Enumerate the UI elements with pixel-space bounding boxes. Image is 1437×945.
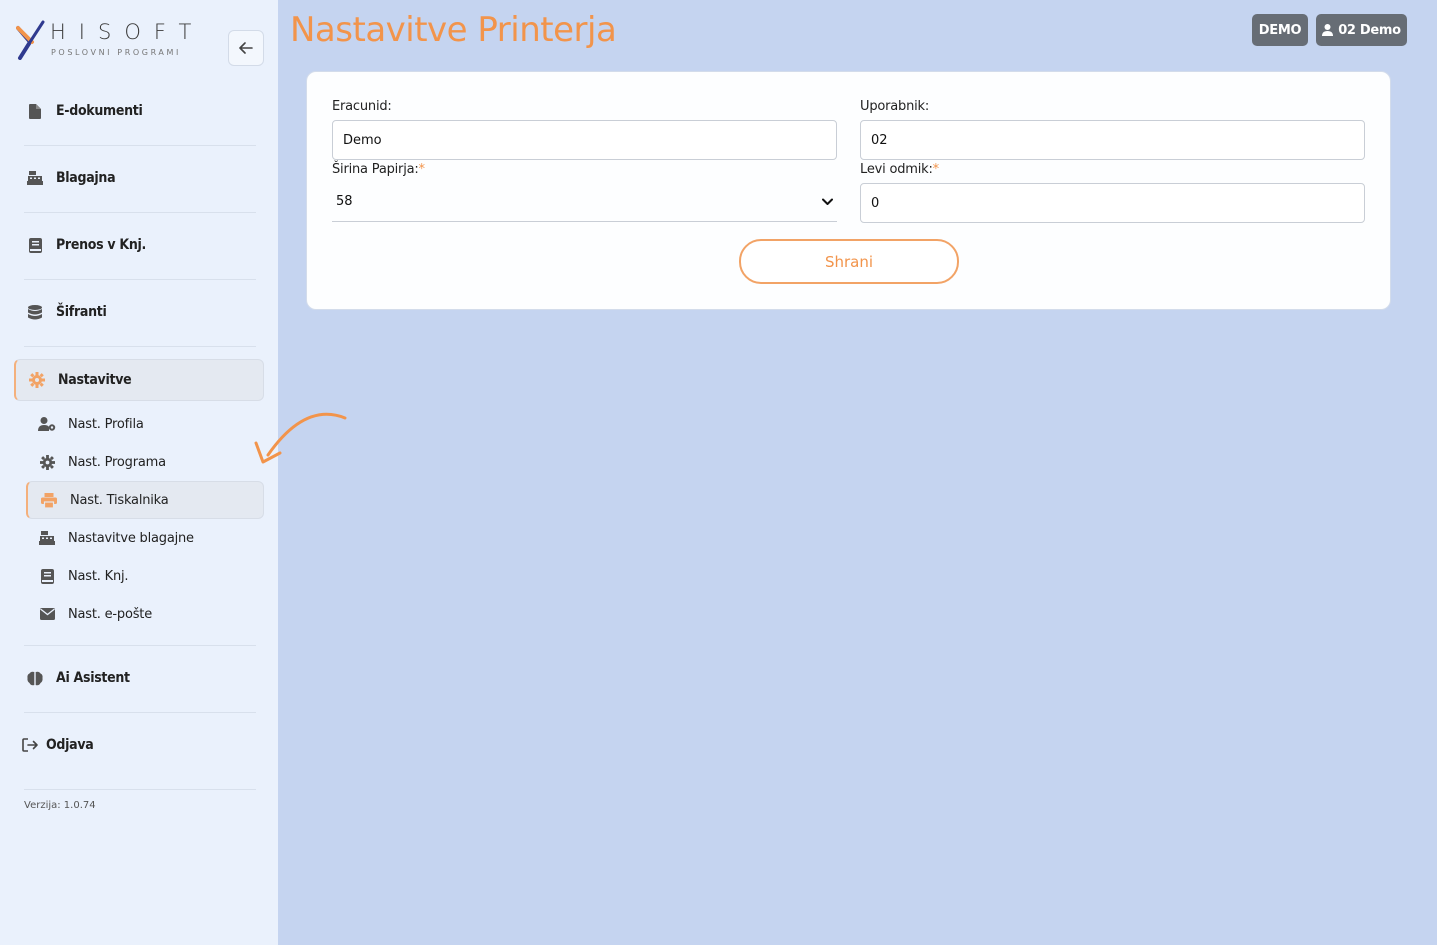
user-name: 02 Demo [1338, 22, 1401, 38]
arrow-left-icon [239, 42, 253, 54]
envelope-icon [26, 608, 68, 620]
sidebar-subitem-nast-eposte[interactable]: Nast. e-pošte [26, 595, 264, 633]
sidebar-subitem-nastavitve-blagajne[interactable]: Nastavitve blagajne [26, 519, 264, 557]
sirina-papirja-select[interactable]: 58 [332, 182, 837, 222]
divider [24, 145, 256, 146]
select-value: 58 [336, 194, 353, 209]
divider [24, 712, 256, 713]
sidebar-subitem-label: Nast. Profila [68, 416, 144, 432]
divider [24, 346, 256, 347]
cash-register-icon [14, 171, 56, 185]
book-icon [14, 237, 56, 253]
sidebar-item-label: E-dokumenti [56, 103, 143, 119]
sidebar-subitem-nast-profila[interactable]: Nast. Profila [26, 405, 264, 443]
logo-mark-icon [16, 20, 45, 60]
uporabnik-label: Uporabnik: [860, 99, 930, 114]
printer-settings-card: Eracunid: Uporabnik: Širina Papirja:* 58… [306, 71, 1391, 310]
sidebar-item-label: Šifranti [56, 304, 107, 320]
brain-icon [14, 671, 56, 686]
sidebar-item-sifranti[interactable]: Šifranti [14, 292, 264, 332]
sidebar-subitem-nast-knj[interactable]: Nast. Knj. [26, 557, 264, 595]
page-title: Nastavitve Printerja [290, 10, 617, 50]
file-icon [14, 103, 56, 119]
sidebar-subitem-label: Nast. Tiskalnika [70, 492, 169, 508]
logout-button[interactable]: Odjava [14, 725, 264, 765]
logo-tagline: POSLOVNI PROGRAMI [51, 48, 181, 57]
sidebar-item-label: Nastavitve [58, 372, 132, 388]
divider [24, 279, 256, 280]
sidebar: HISOFT POSLOVNI PROGRAMI E-dokumenti Bla… [0, 0, 278, 945]
eracunid-input[interactable] [332, 120, 837, 160]
sidebar-subitem-label: Nast. Programa [68, 454, 166, 470]
sidebar-item-e-dokumenti[interactable]: E-dokumenti [14, 91, 264, 131]
save-button[interactable]: Shrani [739, 239, 959, 284]
sidebar-item-label: Blagajna [56, 170, 116, 186]
divider [24, 789, 256, 790]
sidebar-subitem-label: Nastavitve blagajne [68, 530, 194, 546]
sidebar-subitem-label: Nast. Knj. [68, 568, 129, 584]
sidebar-item-label: Ai Asistent [56, 670, 130, 686]
user-menu-button[interactable]: 02 Demo [1316, 14, 1407, 46]
printer-icon [28, 492, 70, 508]
sidebar-item-prenos[interactable]: Prenos v Knj. [14, 225, 264, 265]
divider [24, 212, 256, 213]
logout-icon [14, 738, 46, 752]
sidebar-item-label: Odjava [46, 737, 94, 753]
version-label: Verzija: 1.0.74 [24, 800, 96, 811]
divider [24, 645, 256, 646]
sidebar-item-ai-asistent[interactable]: Ai Asistent [14, 658, 264, 698]
sidebar-subitem-nast-programa[interactable]: Nast. Programa [26, 443, 264, 481]
sidebar-subitem-nast-tiskalnika[interactable]: Nast. Tiskalnika [26, 481, 264, 519]
sirina-papirja-label: Širina Papirja:* [332, 162, 425, 177]
levi-odmik-input[interactable] [860, 183, 1365, 223]
cash-register-icon [26, 531, 68, 545]
uporabnik-input[interactable] [860, 120, 1365, 160]
user-gear-icon [26, 417, 68, 431]
logo: HISOFT POSLOVNI PROGRAMI [16, 18, 206, 64]
curved-arrow-icon [254, 412, 347, 464]
required-mark: * [932, 162, 940, 177]
logo-text: HISOFT [50, 20, 205, 44]
sidebar-item-nastavitve[interactable]: Nastavitve [14, 359, 264, 401]
levi-odmik-label: Levi odmik:* [860, 162, 939, 177]
database-icon [14, 304, 56, 320]
sidebar-subitem-label: Nast. e-pošte [68, 606, 152, 622]
gear-icon [16, 372, 58, 388]
sidebar-item-label: Prenos v Knj. [56, 237, 147, 253]
sidebar-item-blagajna[interactable]: Blagajna [14, 158, 264, 198]
environment-badge: DEMO [1252, 14, 1308, 46]
collapse-sidebar-button[interactable] [228, 30, 264, 66]
chevron-down-icon [822, 198, 833, 205]
gear-icon [26, 454, 68, 470]
book-icon [26, 568, 68, 584]
eracunid-label: Eracunid: [332, 99, 392, 114]
user-icon [1322, 24, 1334, 36]
required-mark: * [418, 162, 426, 177]
